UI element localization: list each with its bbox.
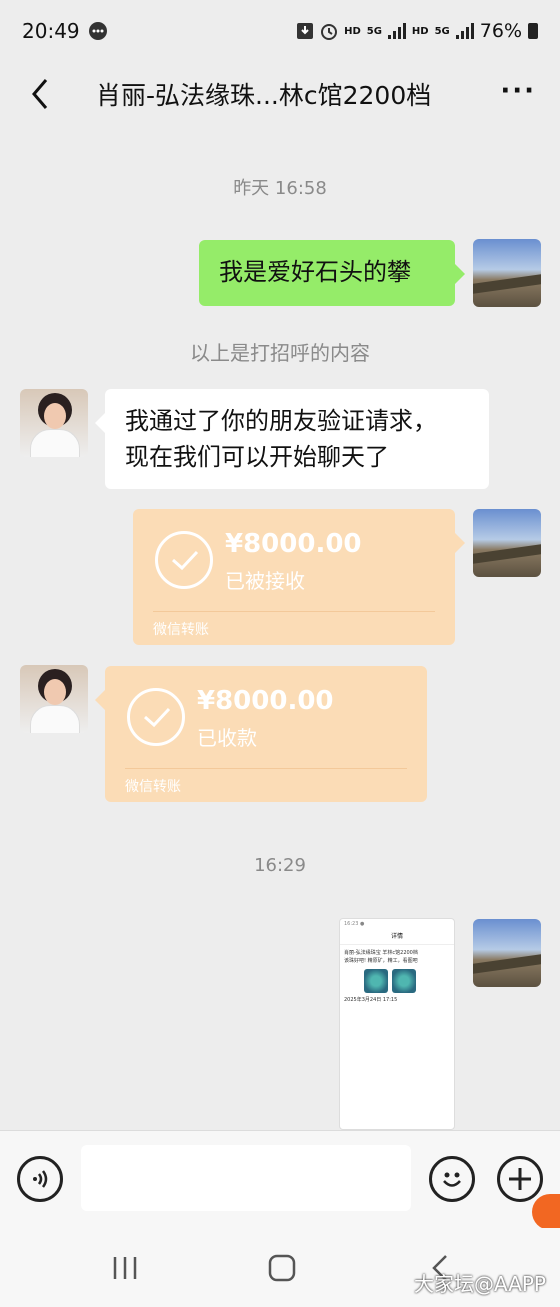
image-header: 详情 — [340, 931, 454, 945]
transfer-status: 已被接收 — [225, 569, 305, 593]
image-date: 2025年3月24日 17:15 — [344, 997, 398, 1003]
home-icon — [268, 1254, 296, 1282]
transfer-label: 微信转账 — [153, 622, 209, 638]
system-nav-bar: 大家坛@AAPP — [0, 1228, 560, 1307]
message-text-line-1: 我通过了你的朋友验证请求， — [125, 407, 437, 435]
chat-title: 肖丽-弘法缘珠...林c馆2200档 — [96, 81, 432, 110]
more-options-button[interactable]: ··· — [500, 76, 536, 106]
chat-notification-icon — [88, 22, 107, 40]
image-content: 肖丽-弘法缘珠宝 羊林c馆2200档 该珠好吧! 精原矿，精工，看图吧 2025… — [340, 945, 454, 1008]
avatar-contact[interactable] — [20, 389, 88, 457]
transfer-card-sent[interactable]: ¥8000.00 已被接收 微信转账 — [133, 509, 465, 645]
chevron-left-icon — [32, 79, 48, 109]
emoji-button[interactable] — [429, 1156, 475, 1202]
product-thumbnail — [392, 969, 416, 993]
transfer-amount: ¥8000.00 — [225, 529, 362, 559]
status-time: 20:49 — [22, 19, 80, 43]
hd-indicator: HD — [344, 25, 361, 37]
timestamp: 16:29 — [254, 855, 306, 876]
network-5g-2: 5G — [434, 25, 450, 37]
voice-icon — [33, 1170, 48, 1188]
hd-indicator-2: HD — [411, 25, 429, 37]
watermark: 大家坛@AAPP — [413, 1272, 546, 1296]
home-button[interactable] — [262, 1250, 302, 1286]
avatar-self[interactable] — [473, 239, 541, 307]
network-5g: 5G — [366, 25, 382, 37]
divider — [125, 768, 407, 769]
message-bubble-received[interactable]: 我通过了你的朋友验证请求， 现在我们可以开始聊天了 — [95, 389, 489, 489]
signal-icon — [387, 23, 406, 39]
battery-icon — [528, 23, 538, 39]
plus-icon — [509, 1168, 531, 1190]
timestamp: 昨天 16:58 — [233, 178, 327, 199]
transfer-amount: ¥8000.00 — [197, 686, 334, 716]
status-bar: 20:49 HD 5G HD 5G 76% — [0, 0, 560, 62]
check-circle-icon — [127, 688, 185, 746]
image-line-1: 肖丽-弘法缘珠宝 羊林c馆2200档 — [344, 950, 418, 956]
system-note: 以上是打招呼的内容 — [190, 341, 370, 365]
alarm-icon — [321, 24, 338, 40]
divider — [153, 611, 435, 612]
download-icon — [297, 23, 314, 39]
message-input[interactable] — [81, 1145, 411, 1211]
message-text: 我是爱好石头的攀 — [219, 258, 411, 286]
transfer-card-received[interactable]: ¥8000.00 已收款 微信转账 — [95, 666, 427, 802]
battery-percent: 76% — [479, 20, 522, 42]
image-message[interactable]: 16:23 ● 详情 肖丽-弘法缘珠宝 羊林c馆2200档 该珠好吧! 精原矿，… — [339, 918, 455, 1130]
input-bar — [0, 1130, 560, 1228]
avatar-contact[interactable] — [20, 665, 88, 733]
image-line-2: 该珠好吧! 精原矿，精工，看图吧 — [344, 958, 418, 964]
chat-header: 肖丽-弘法缘珠...林c馆2200档 ··· — [0, 62, 560, 124]
transfer-status: 已收款 — [197, 726, 257, 750]
recent-apps-button[interactable] — [105, 1250, 145, 1286]
back-button[interactable] — [20, 74, 60, 114]
recent-apps-icon — [113, 1257, 137, 1279]
avatar-self[interactable] — [473, 509, 541, 577]
message-bubble-sent[interactable]: 我是爱好石头的攀 — [199, 240, 465, 306]
floating-badge[interactable] — [532, 1194, 560, 1230]
check-circle-icon — [155, 531, 213, 589]
signal-icon-2 — [455, 23, 474, 39]
transfer-label: 微信转账 — [125, 779, 181, 795]
product-thumbnail — [364, 969, 388, 993]
voice-button[interactable] — [17, 1156, 63, 1202]
avatar-self[interactable] — [473, 919, 541, 987]
plus-button[interactable] — [497, 1156, 543, 1202]
image-status-bar: 16:23 ● — [344, 921, 365, 927]
message-text-line-2: 现在我们可以开始聊天了 — [125, 443, 389, 471]
smiley-icon — [443, 1172, 461, 1187]
